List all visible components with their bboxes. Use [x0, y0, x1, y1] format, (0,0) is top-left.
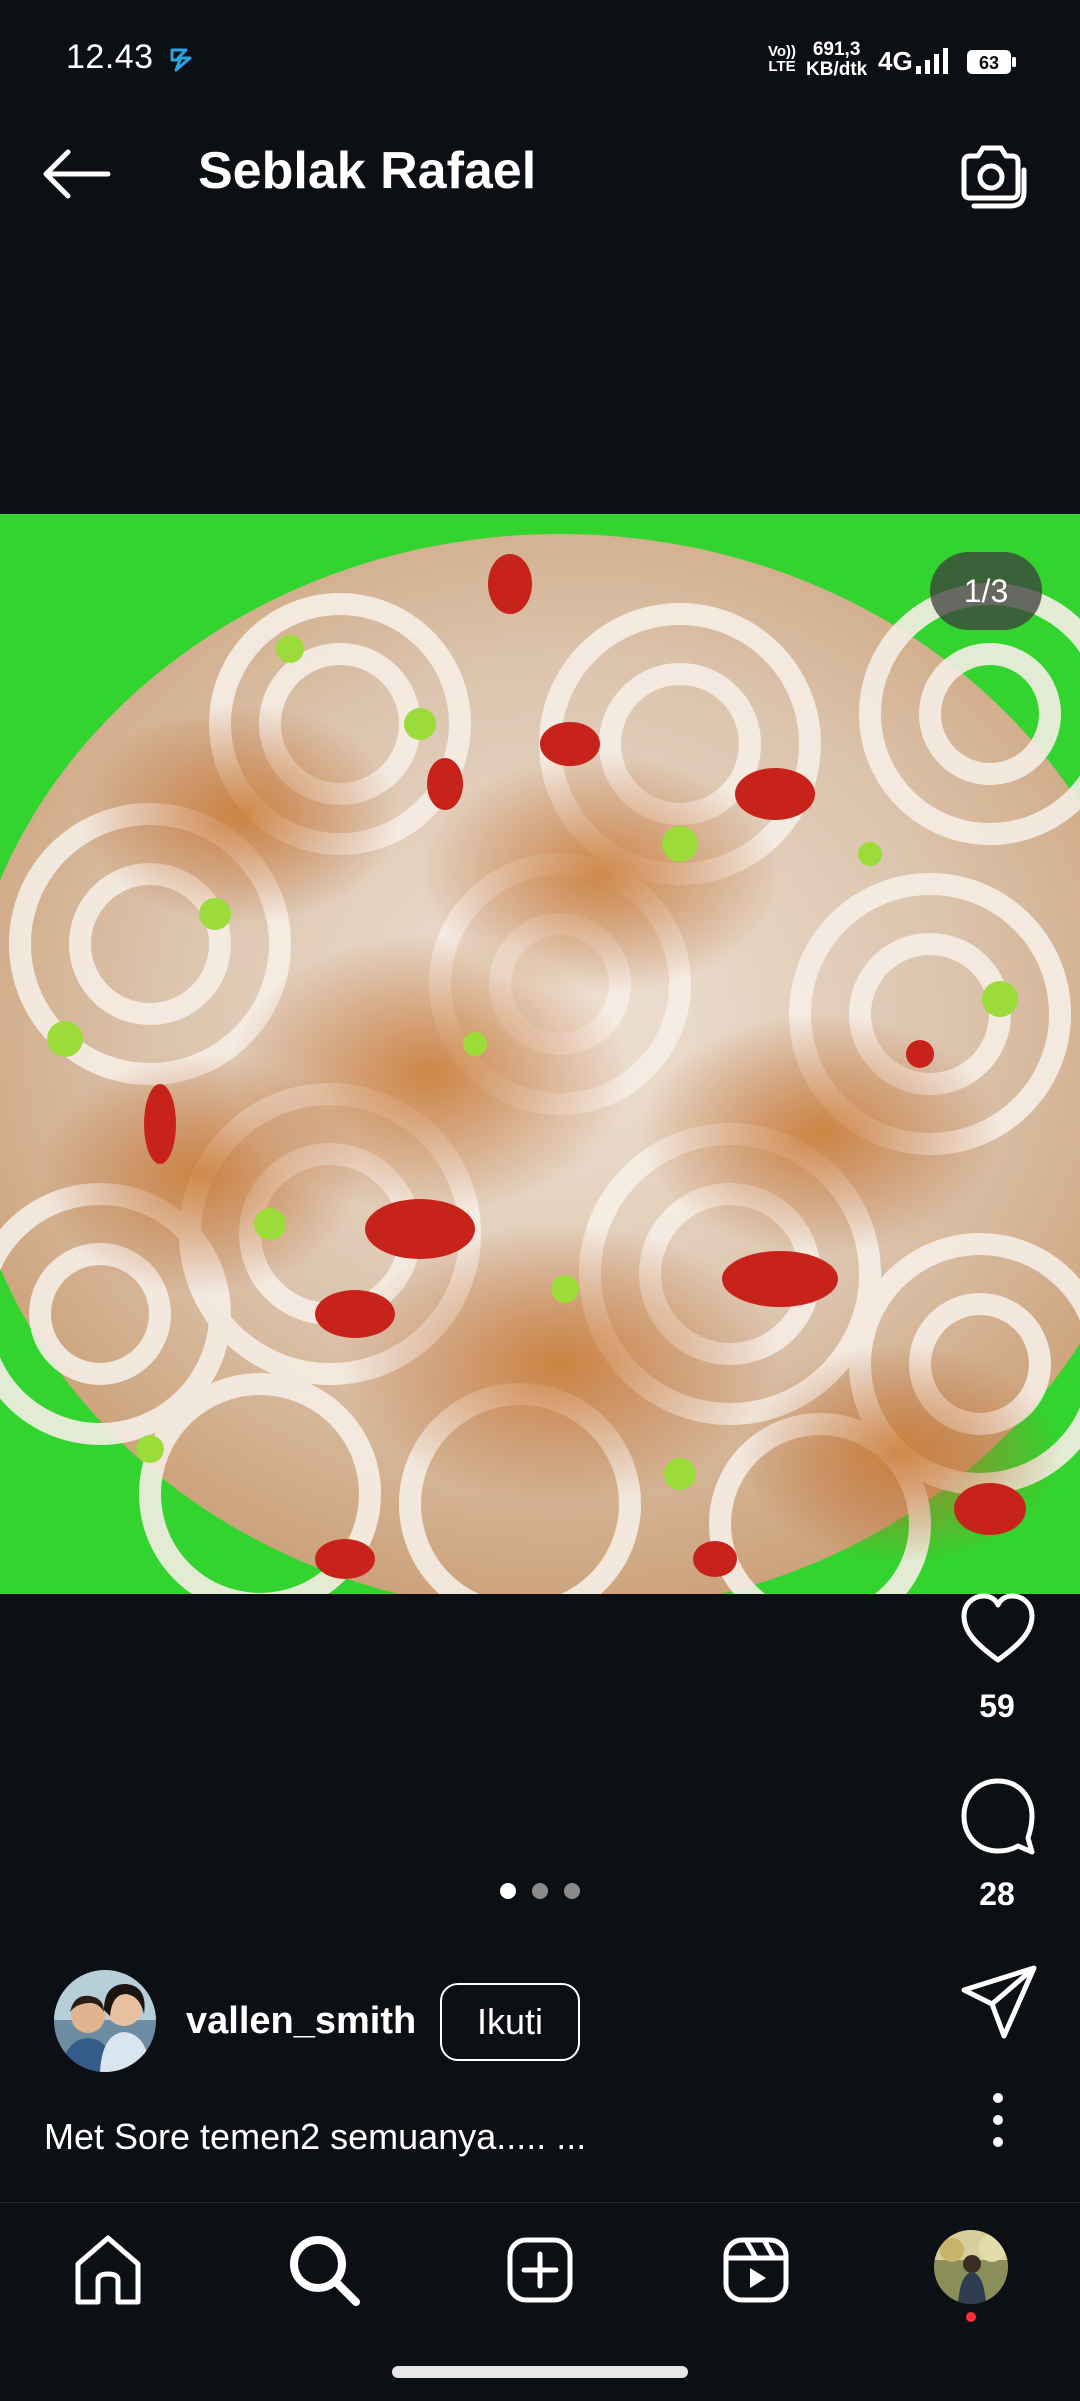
avatar-image: [54, 1970, 156, 2072]
signal-icon: [916, 48, 948, 74]
back-arrow-icon[interactable]: [36, 134, 116, 214]
more-options-icon[interactable]: [976, 2088, 1020, 2152]
carousel-dot: [564, 1883, 580, 1899]
app-notification-icon: [170, 48, 192, 72]
header: [0, 92, 1080, 250]
carousel-dot-active: [500, 1883, 516, 1899]
profile-avatar-image: [934, 2230, 1008, 2304]
heart-icon[interactable]: [956, 1588, 1040, 1672]
like-count[interactable]: 59: [940, 1688, 1054, 1725]
carousel-dot: [532, 1883, 548, 1899]
home-icon[interactable]: [68, 2230, 148, 2310]
volte-indicator: Vo)) LTE: [768, 43, 797, 75]
author-avatar[interactable]: [54, 1970, 156, 2072]
notification-dot: [966, 2312, 976, 2322]
food-photo: [0, 514, 1080, 1594]
page-title: Seblak Rafael: [198, 142, 537, 200]
follow-button[interactable]: Ikuti: [440, 1983, 580, 2061]
search-icon[interactable]: [284, 2230, 364, 2310]
post-image[interactable]: [0, 514, 1080, 1594]
battery-icon: 63: [967, 50, 1016, 74]
author-username[interactable]: vallen_smith: [186, 2000, 416, 2043]
share-send-icon[interactable]: [956, 1960, 1040, 2044]
network-speed: 691,3 KB/dtk: [806, 39, 868, 80]
network-type: 4G: [878, 46, 913, 76]
add-post-icon[interactable]: [500, 2230, 580, 2310]
comment-icon[interactable]: [956, 1774, 1040, 1858]
profile-avatar[interactable]: [934, 2230, 1008, 2304]
status-time: 12.43: [66, 38, 154, 76]
comment-count[interactable]: 28: [940, 1876, 1054, 1913]
post-caption[interactable]: Met Sore temen2 semuanya..... ...: [44, 2116, 586, 2158]
camera-icon[interactable]: [950, 134, 1034, 218]
reels-icon[interactable]: [716, 2230, 796, 2310]
image-counter: 1/3: [930, 552, 1042, 630]
battery-level: 63: [979, 53, 999, 73]
home-indicator: [392, 2366, 688, 2378]
